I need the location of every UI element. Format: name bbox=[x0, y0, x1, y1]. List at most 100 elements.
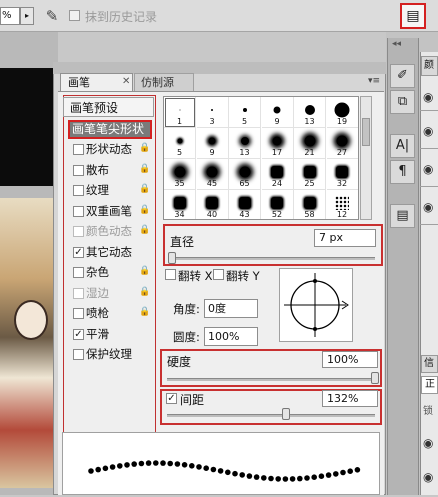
brush-tip-cell[interactable]: 25 bbox=[294, 159, 326, 190]
airbrush-icon[interactable]: ✎ bbox=[42, 6, 62, 26]
option-checkbox[interactable] bbox=[73, 226, 84, 237]
option-label[interactable]: 其它动态 bbox=[86, 245, 132, 259]
eye-icon[interactable]: ◉ bbox=[423, 200, 433, 214]
brush-tip-cell[interactable]: 45 bbox=[196, 159, 229, 190]
flip-y-checkbox[interactable] bbox=[213, 269, 224, 280]
diameter-slider-thumb[interactable] bbox=[168, 252, 177, 264]
info-panel-tab[interactable]: 信 bbox=[421, 355, 438, 373]
paragraph-panel-button[interactable]: ¶ bbox=[390, 160, 415, 184]
hardness-field[interactable]: 100% bbox=[322, 351, 378, 368]
option-checkbox[interactable] bbox=[73, 185, 84, 196]
brush-tip-cell[interactable]: 40 bbox=[197, 190, 229, 219]
diameter-field[interactable]: 7 px bbox=[314, 229, 376, 247]
lock-icon[interactable]: 🔒 bbox=[139, 307, 150, 317]
stroke-dot bbox=[347, 468, 354, 474]
brush-tip-cell[interactable]: 5 bbox=[229, 97, 261, 128]
brush-tip-cell[interactable]: 58 bbox=[294, 190, 326, 219]
eye-icon[interactable]: ◉ bbox=[423, 436, 433, 450]
lock-icon[interactable]: 🔒 bbox=[139, 205, 150, 215]
option-checkbox[interactable]: ✓ bbox=[73, 247, 84, 258]
hardness-label: 硬度 bbox=[167, 355, 192, 369]
angle-roundness-widget[interactable] bbox=[279, 268, 353, 342]
option-label[interactable]: 平滑 bbox=[86, 327, 109, 341]
option-label[interactable]: 湿边 bbox=[86, 286, 109, 300]
clone-source-button[interactable]: ⧉ bbox=[390, 90, 415, 114]
brush-tip-cell[interactable]: 12 bbox=[327, 190, 358, 219]
brush-tip-cell[interactable]: 1 bbox=[164, 97, 196, 128]
toggle-brush-panel-button[interactable]: ▤ bbox=[400, 3, 426, 29]
lock-icon[interactable]: 🔒 bbox=[139, 164, 150, 174]
option-checkbox[interactable] bbox=[73, 165, 84, 176]
option-label[interactable]: 喷枪 bbox=[86, 306, 109, 320]
angle-field[interactable]: 0度 bbox=[204, 299, 258, 318]
brush-tip-cell[interactable]: 27 bbox=[326, 128, 358, 159]
spacing-field[interactable]: 132% bbox=[322, 390, 378, 407]
eye-icon[interactable]: ◉ bbox=[423, 162, 433, 176]
color-panel-tab[interactable]: 颜 bbox=[421, 56, 438, 76]
tab-clone-source[interactable]: 仿制源 bbox=[134, 73, 194, 92]
tip-grid-scrollbar[interactable] bbox=[360, 96, 372, 220]
hardness-slider-thumb[interactable] bbox=[371, 372, 379, 384]
brush-tip-cell[interactable]: 3 bbox=[196, 97, 229, 128]
brush-presets-button[interactable]: 画笔预设 bbox=[63, 97, 154, 117]
option-label[interactable]: 双重画笔 bbox=[86, 204, 132, 218]
option-checkbox[interactable] bbox=[73, 288, 84, 299]
option-checkbox[interactable] bbox=[73, 267, 84, 278]
spacing-label: 间距 bbox=[180, 393, 205, 407]
hardness-slider-track[interactable] bbox=[167, 378, 375, 381]
collapse-dock-icon[interactable]: ◂◂ bbox=[392, 39, 401, 49]
brush-tip-cell[interactable]: 43 bbox=[229, 190, 261, 219]
brush-tip-shape-item[interactable]: 画笔笔尖形状 bbox=[68, 120, 152, 139]
opacity-field[interactable]: % bbox=[0, 7, 20, 25]
brush-tip-cell[interactable]: 13 bbox=[294, 97, 326, 128]
lock-icon[interactable]: 🔒 bbox=[139, 225, 150, 235]
spacing-slider-thumb[interactable] bbox=[281, 408, 290, 420]
brush-tip-cell[interactable]: 5 bbox=[164, 128, 196, 159]
brush-tip-cell[interactable]: 32 bbox=[326, 159, 358, 190]
tip-grid-scroll-thumb[interactable] bbox=[362, 118, 370, 146]
spacing-checkbox[interactable]: ✓ bbox=[166, 393, 177, 404]
flip-x-checkbox[interactable] bbox=[165, 269, 176, 280]
option-label[interactable]: 纹理 bbox=[86, 183, 109, 197]
brush-tip-cell[interactable]: 9 bbox=[196, 128, 229, 159]
tool-presets-button[interactable]: ✐ bbox=[390, 64, 415, 88]
lock-icon[interactable]: 🔒 bbox=[139, 287, 150, 297]
lock-icon[interactable]: 🔒 bbox=[139, 184, 150, 194]
close-icon[interactable]: ✕ bbox=[122, 76, 130, 87]
brush-tip-cell[interactable]: 13 bbox=[229, 128, 261, 159]
opacity-dropdown-arrow[interactable]: ▸ bbox=[20, 7, 34, 25]
erase-to-history-checkbox[interactable] bbox=[69, 10, 80, 21]
option-label[interactable]: 颜色动态 bbox=[86, 224, 132, 238]
brush-tip-cell[interactable]: 19 bbox=[326, 97, 358, 128]
option-label[interactable]: 散布 bbox=[86, 163, 109, 177]
brush-tip-cell[interactable]: 34 bbox=[164, 190, 196, 219]
option-label[interactable]: 保护纹理 bbox=[86, 347, 132, 361]
character-panel-button[interactable]: A| bbox=[390, 134, 415, 158]
option-checkbox[interactable] bbox=[73, 144, 84, 155]
blend-mode-field[interactable]: 正 bbox=[421, 376, 438, 394]
option-checkbox[interactable] bbox=[73, 206, 84, 217]
diameter-slider-track[interactable] bbox=[170, 257, 375, 260]
brush-tip-cell[interactable]: 24 bbox=[261, 159, 294, 190]
brush-tip-cell[interactable]: 35 bbox=[164, 159, 196, 190]
brush-tip-cell[interactable]: 65 bbox=[229, 159, 261, 190]
panel-menu-icon[interactable]: ▾≡ bbox=[368, 76, 380, 86]
eye-icon[interactable]: ◉ bbox=[423, 470, 433, 484]
eye-icon[interactable]: ◉ bbox=[423, 124, 433, 138]
roundness-field[interactable]: 100% bbox=[204, 327, 258, 346]
brush-tip-cell[interactable]: 9 bbox=[261, 97, 294, 128]
brush-tip-cell[interactable]: 52 bbox=[262, 190, 294, 219]
layer-comps-button[interactable]: ▤ bbox=[390, 204, 415, 228]
spacing-slider-track[interactable] bbox=[167, 414, 375, 417]
brush-tip-cell[interactable]: 17 bbox=[261, 128, 294, 159]
eye-icon[interactable]: ◉ bbox=[423, 90, 433, 104]
lock-icon[interactable]: 🔒 bbox=[139, 266, 150, 276]
option-checkbox[interactable] bbox=[73, 349, 84, 360]
brush-tip-cell[interactable]: 21 bbox=[294, 128, 326, 159]
lock-icon[interactable]: 🔒 bbox=[139, 143, 150, 153]
brush-tip-grid[interactable]: 1 3 5 9 13 19 5 9 13 17 21 27 35 45 65 24 25 32 34 40 43 52 58… bbox=[163, 96, 359, 220]
option-label[interactable]: 杂色 bbox=[86, 265, 109, 279]
option-checkbox[interactable] bbox=[73, 308, 84, 319]
option-checkbox[interactable]: ✓ bbox=[73, 329, 84, 340]
option-label[interactable]: 形状动态 bbox=[86, 142, 132, 156]
